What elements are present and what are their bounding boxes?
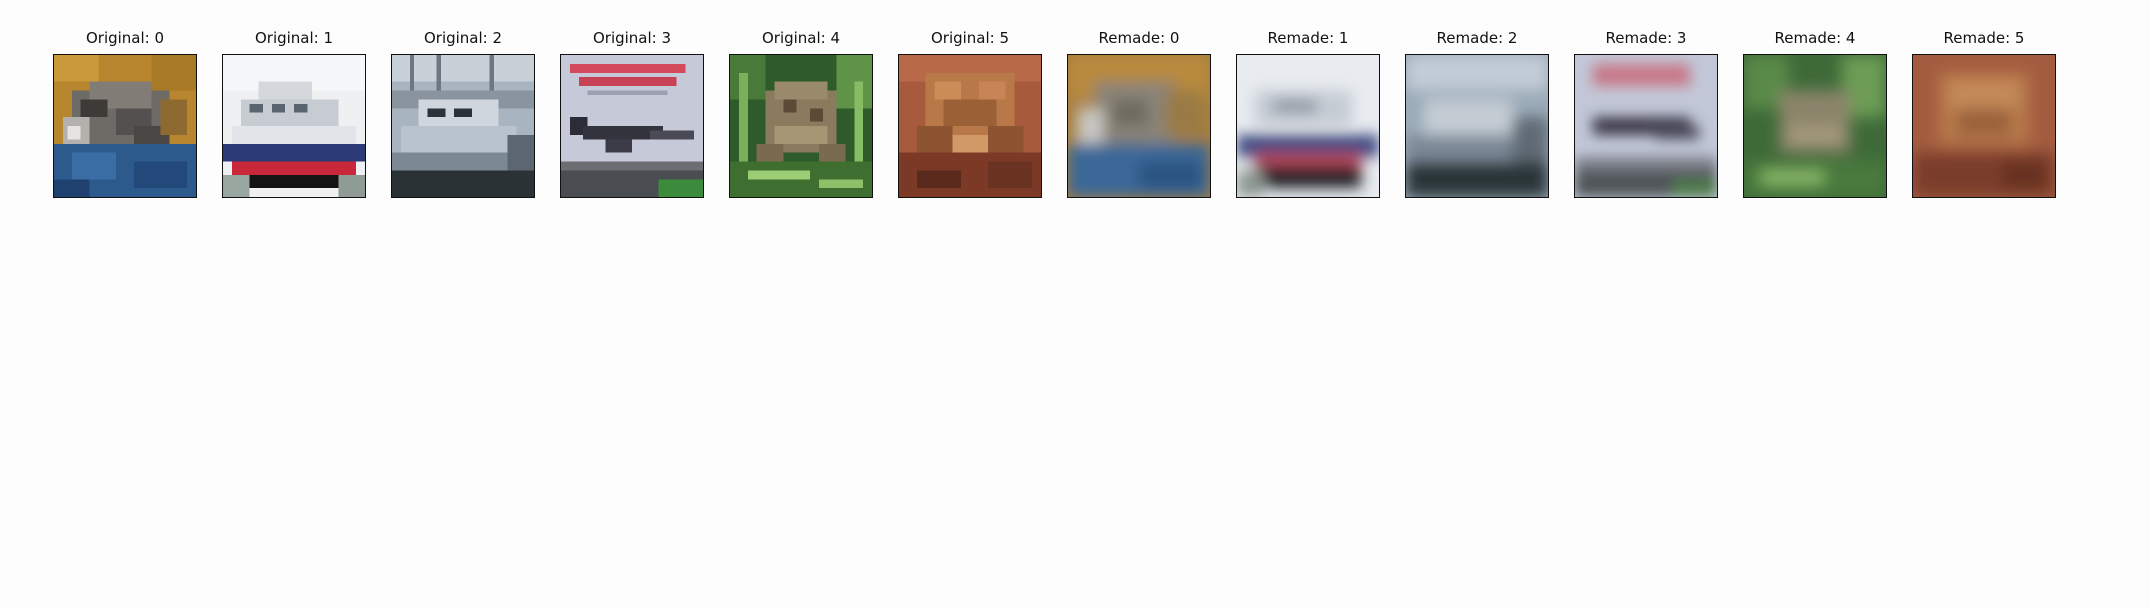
panel-title: Original: 2 [423,29,503,47]
panel-title: Remade: 3 [1605,29,1687,47]
panel-title: Original: 5 [930,29,1010,47]
original-image-4 [729,54,873,198]
remade-image-1 [1236,54,1380,198]
panel-title: Original: 1 [254,29,334,47]
original-image-5 [898,54,1042,198]
panel-title: Original: 3 [592,29,672,47]
remade-image-0 [1067,54,1211,198]
original-image-2 [391,54,535,198]
remade-image-5 [1912,54,2056,198]
panel-title: Remade: 1 [1267,29,1349,47]
panel-title: Original: 4 [761,29,841,47]
original-image-1 [222,54,366,198]
panel-title: Remade: 5 [1943,29,2025,47]
remade-image-4 [1743,54,1887,198]
panel-title: Original: 0 [85,29,165,47]
panel-title: Remade: 4 [1774,29,1856,47]
panel-title: Remade: 0 [1098,29,1180,47]
panel-title: Remade: 2 [1436,29,1518,47]
original-image-0 [53,54,197,198]
image-grid-figure: Original: 0 Original: 1 Original: 2 Orig… [0,0,2150,609]
remade-image-3 [1574,54,1718,198]
original-image-3 [560,54,704,198]
remade-image-2 [1405,54,1549,198]
